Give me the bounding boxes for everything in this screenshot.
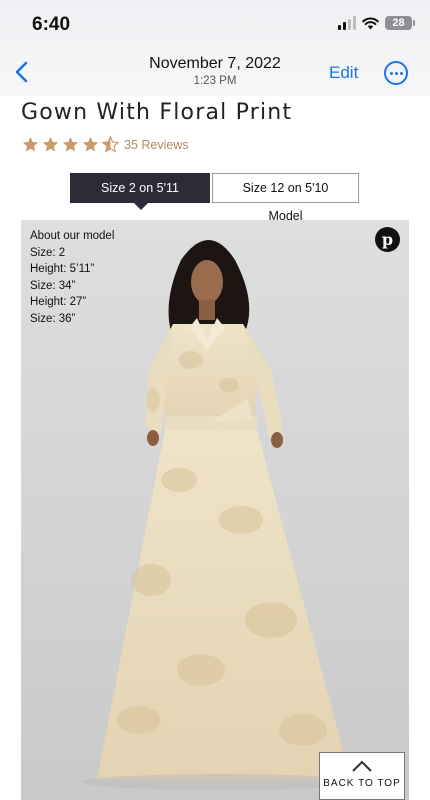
back-to-top-label: BACK TO TOP xyxy=(323,778,401,789)
star-rating[interactable]: 35 Reviews xyxy=(22,136,189,153)
battery-indicator: 28 xyxy=(385,16,415,30)
model-info: About our model Size: 2 Height: 5’11” Si… xyxy=(30,228,114,327)
back-to-top-button[interactable]: BACK TO TOP xyxy=(319,752,405,800)
status-time: 6:40 xyxy=(32,14,71,35)
pinterest-icon[interactable]: p xyxy=(375,227,400,252)
signal-icon xyxy=(338,16,356,30)
status-icons: 28 xyxy=(338,16,415,30)
model-info-line: Height: 27” xyxy=(30,296,87,308)
model-info-line: Height: 5’11” xyxy=(30,263,95,275)
more-icon[interactable] xyxy=(384,61,408,85)
chevron-up-icon xyxy=(352,760,372,772)
ios-top-bar: 6:40 28 November 7, 2022 1:23 PM Edit xyxy=(0,0,430,96)
nav-time: 1:23 PM xyxy=(193,75,237,87)
product-title: Gown With Floral Print xyxy=(21,100,293,125)
size-option-small[interactable]: Size 2 on 5'11 Model xyxy=(70,173,210,223)
reviews-link[interactable]: 35 Reviews xyxy=(124,138,189,152)
star-icon xyxy=(62,136,79,152)
star-icon xyxy=(82,136,99,152)
model-info-heading: About our model xyxy=(30,230,115,242)
nav-date: November 7, 2022 xyxy=(149,55,281,72)
model-info-line: Size: 34” xyxy=(30,279,76,292)
size-option-large[interactable]: Size 12 on 5'10 Model xyxy=(212,173,359,223)
star-icon xyxy=(42,136,59,152)
product-image[interactable]: About our model Size: 2 Height: 5’11” Si… xyxy=(21,220,409,800)
star-icon xyxy=(22,136,39,152)
star-half-icon xyxy=(102,136,119,153)
model-info-line: Size: 36” xyxy=(30,312,76,325)
edit-button[interactable]: Edit xyxy=(329,63,358,83)
model-info-line: Size: 2 xyxy=(30,246,66,259)
model-size-toggle: Size 2 on 5'11 Model Size 12 on 5'10 Mod… xyxy=(70,173,359,223)
wifi-icon xyxy=(362,16,379,29)
